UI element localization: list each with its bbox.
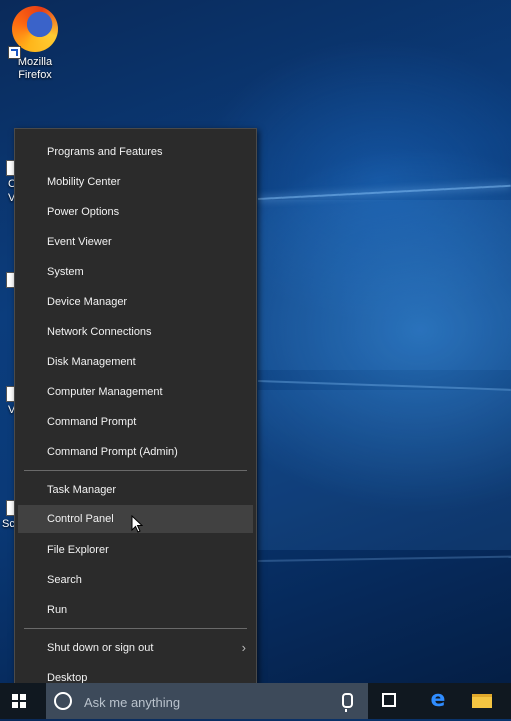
desktop-icon-firefox[interactable]: Mozilla Firefox xyxy=(8,4,62,82)
cortana-search-box[interactable] xyxy=(46,683,368,721)
menu-item-system[interactable]: System xyxy=(18,258,253,286)
menu-item-command-prompt-admin[interactable]: Command Prompt (Admin) xyxy=(18,438,253,466)
wallpaper-pane xyxy=(258,200,511,370)
desktop-icon-label: Firefox xyxy=(18,69,52,81)
winx-context-menu: Programs and Features Mobility Center Po… xyxy=(14,128,257,702)
windows-start-icon xyxy=(12,694,26,708)
file-explorer-taskbar-button[interactable] xyxy=(462,683,502,719)
menu-item-device-manager[interactable]: Device Manager xyxy=(18,288,253,316)
wallpaper-beam xyxy=(257,184,511,200)
taskbar: e xyxy=(0,683,511,721)
menu-separator xyxy=(24,628,247,629)
menu-item-computer-management[interactable]: Computer Management xyxy=(18,378,253,406)
menu-item-network-connections[interactable]: Network Connections xyxy=(18,318,253,346)
menu-item-file-explorer[interactable]: File Explorer xyxy=(18,536,253,564)
menu-item-programs-and-features[interactable]: Programs and Features xyxy=(18,138,253,166)
wallpaper-beam xyxy=(257,555,511,562)
menu-item-power-options[interactable]: Power Options xyxy=(18,198,253,226)
menu-item-disk-management[interactable]: Disk Management xyxy=(18,348,253,376)
cortana-icon xyxy=(54,692,72,710)
file-explorer-icon xyxy=(472,694,492,708)
microphone-icon[interactable] xyxy=(342,693,353,712)
menu-item-label: Shut down or sign out xyxy=(47,642,154,654)
task-view-button[interactable] xyxy=(370,683,410,719)
shortcut-arrow-icon xyxy=(8,46,21,59)
menu-item-task-manager[interactable]: Task Manager xyxy=(18,476,253,504)
chevron-right-icon: › xyxy=(241,640,246,655)
menu-separator xyxy=(24,470,247,471)
menu-item-shut-down-or-sign-out[interactable]: Shut down or sign out › xyxy=(18,634,253,662)
mouse-cursor-icon xyxy=(131,515,143,533)
menu-item-event-viewer[interactable]: Event Viewer xyxy=(18,228,253,256)
menu-item-mobility-center[interactable]: Mobility Center xyxy=(18,168,253,196)
menu-item-run[interactable]: Run xyxy=(18,596,253,624)
edge-icon: e xyxy=(430,687,446,712)
search-input[interactable] xyxy=(82,683,326,721)
menu-item-command-prompt[interactable]: Command Prompt xyxy=(18,408,253,436)
desktop-icon-label: Sc xyxy=(2,518,15,530)
edge-taskbar-button[interactable]: e xyxy=(418,683,458,719)
start-button[interactable] xyxy=(0,683,46,719)
task-view-icon xyxy=(382,693,396,707)
wallpaper-pane xyxy=(258,390,511,550)
menu-item-search[interactable]: Search xyxy=(18,566,253,594)
